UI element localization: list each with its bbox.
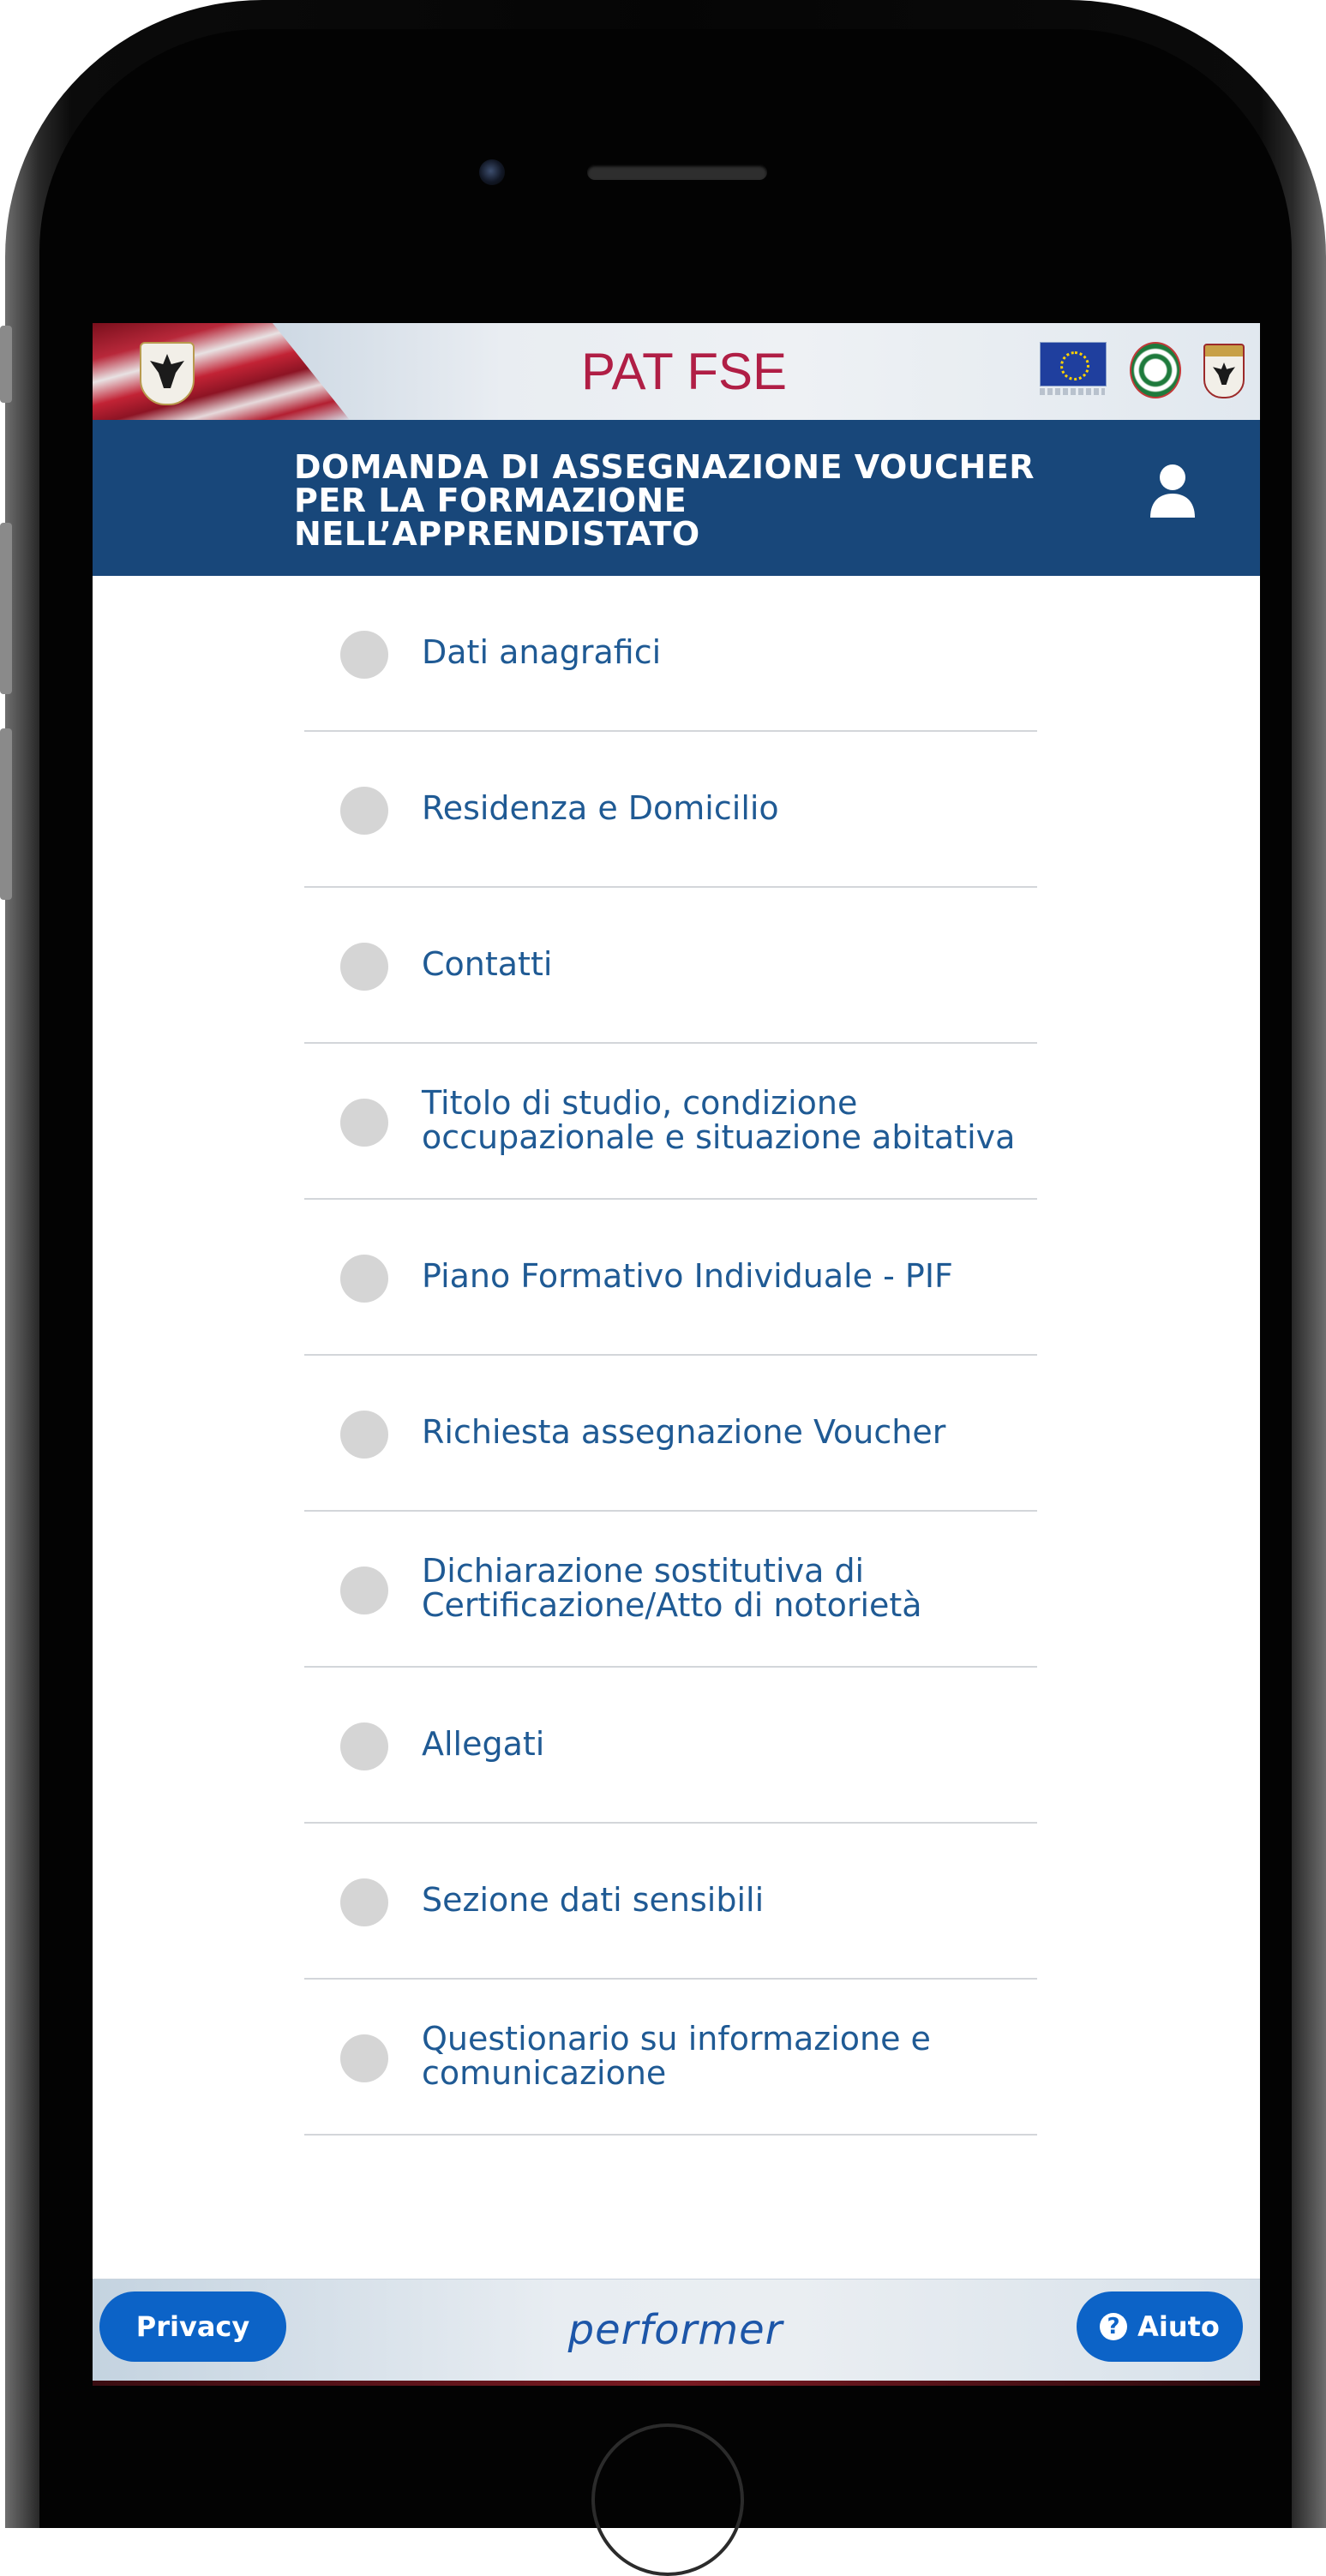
performer-logo: performer: [567, 2306, 783, 2354]
phone-volume-down: [0, 728, 12, 900]
app-screen: PAT FSE DOMANDA DI ASSEGNAZIONE VOUCHER …: [93, 323, 1260, 2381]
title-bar: DOMANDA DI ASSEGNAZIONE VOUCHER PER LA F…: [93, 420, 1260, 576]
menu-item-label: Titolo di studio, condizione occupaziona…: [422, 1084, 1016, 1156]
menu-item-label: Sezione dati sensibili: [422, 1881, 765, 1919]
eu-caption-logo: [1040, 388, 1105, 395]
menu-item-richiesta-voucher[interactable]: Richiesta assegnazione Voucher: [304, 1356, 1037, 1512]
help-button-label: Aiuto: [1137, 2310, 1220, 2343]
menu-item-allegati[interactable]: Allegati: [304, 1668, 1037, 1824]
status-dot-icon: [340, 943, 388, 991]
status-dot-icon: [340, 1567, 388, 1614]
screen-bottom-edge: [93, 2381, 1260, 2386]
menu-item-dichiarazione-sostitutiva[interactable]: Dichiarazione sostitutiva di Certificazi…: [304, 1512, 1037, 1668]
menu-item-label: Allegati: [422, 1725, 545, 1763]
menu-item-label: Piano Formativo Individuale - PIF: [422, 1257, 953, 1295]
front-camera: [479, 159, 505, 185]
menu-item-residenza-domicilio[interactable]: Residenza e Domicilio: [304, 732, 1037, 888]
phone-volume-up: [0, 523, 12, 694]
eu-flag-icon: [1040, 342, 1107, 386]
phone-mute-switch: [0, 326, 12, 403]
status-dot-icon: [340, 1411, 388, 1459]
status-dot-icon: [340, 631, 388, 679]
menu-item-dati-sensibili[interactable]: Sezione dati sensibili: [304, 1824, 1037, 1980]
status-dot-icon: [340, 1722, 388, 1770]
status-dot-icon: [340, 2034, 388, 2082]
app-footer: Privacy performer ? Aiuto: [93, 2279, 1260, 2381]
user-icon[interactable]: [1147, 463, 1198, 519]
menu-item-piano-formativo[interactable]: Piano Formativo Individuale - PIF: [304, 1200, 1037, 1356]
app-title: PAT FSE: [580, 343, 788, 400]
privacy-button[interactable]: Privacy: [99, 2291, 286, 2362]
help-button[interactable]: ? Aiuto: [1077, 2291, 1243, 2362]
status-dot-icon: [340, 1099, 388, 1147]
menu-item-titolo-studio[interactable]: Titolo di studio, condizione occupaziona…: [304, 1044, 1037, 1200]
trento-coat-of-arms-icon: [1203, 344, 1245, 398]
form-title: DOMANDA DI ASSEGNAZIONE VOUCHER PER LA F…: [294, 448, 1035, 553]
privacy-button-label: Privacy: [135, 2310, 250, 2343]
menu-item-label: Residenza e Domicilio: [422, 789, 779, 827]
italy-emblem-icon: [1130, 342, 1181, 398]
menu-item-label: Dichiarazione sostitutiva di Certificazi…: [422, 1552, 922, 1624]
app-header: PAT FSE: [93, 323, 1260, 420]
earpiece-speaker: [587, 165, 767, 180]
question-circle-icon: ?: [1100, 2313, 1128, 2340]
home-button: [591, 2423, 744, 2576]
menu-item-contatti[interactable]: Contatti: [304, 888, 1037, 1044]
menu-item-label: Contatti: [422, 945, 553, 983]
menu-item-questionario[interactable]: Questionario su informazione e comunicaz…: [304, 1980, 1037, 2136]
menu-item-label: Dati anagrafici: [422, 633, 662, 671]
status-dot-icon: [340, 787, 388, 835]
menu-item-label: Questionario su informazione e comunicaz…: [422, 2020, 931, 2092]
section-menu: Dati anagrafici Residenza e Domicilio Co…: [304, 576, 1037, 2136]
menu-item-label: Richiesta assegnazione Voucher: [422, 1413, 946, 1451]
trentino-flag-logo: [93, 323, 350, 420]
status-dot-icon: [340, 1878, 388, 1926]
crest-icon: [140, 342, 195, 405]
status-dot-icon: [340, 1255, 388, 1303]
menu-item-dati-anagrafici[interactable]: Dati anagrafici: [304, 576, 1037, 732]
